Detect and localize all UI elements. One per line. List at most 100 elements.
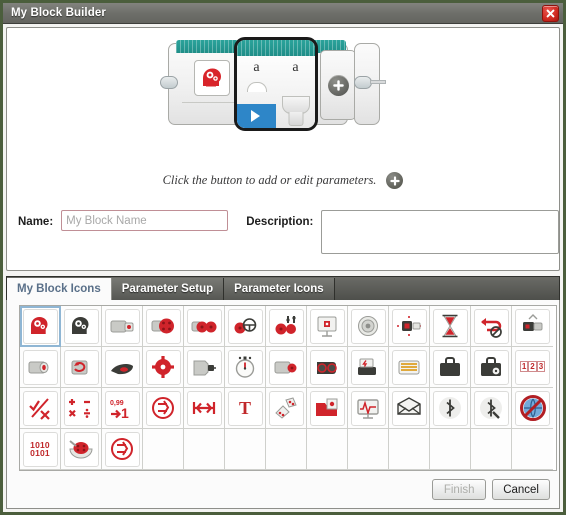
my-block-builder-window: My Block Builder a a Click the button to…	[0, 0, 566, 515]
file-access-icon	[309, 390, 345, 426]
close-button[interactable]	[542, 5, 559, 22]
icon-cell[interactable]	[266, 347, 307, 388]
title-bar: My Block Builder	[3, 3, 563, 24]
icon-cell[interactable]	[20, 306, 61, 347]
empty-cell	[433, 432, 468, 467]
icon-cell[interactable]	[266, 306, 307, 347]
icon-cell-empty[interactable]	[307, 429, 348, 470]
icon-cell-empty[interactable]	[184, 429, 225, 470]
icon-cell-empty[interactable]	[143, 429, 184, 470]
bluetooth-icon	[432, 390, 468, 426]
parameter-slot-2[interactable]: a	[276, 56, 315, 128]
icon-cell[interactable]	[184, 347, 225, 388]
tab-label: Parameter Icons	[234, 283, 324, 295]
parameter-group-highlight[interactable]: a a	[234, 37, 318, 131]
icon-cell[interactable]	[143, 347, 184, 388]
icon-cell[interactable]	[102, 347, 143, 388]
icon-cell[interactable]	[307, 347, 348, 388]
parameter-letter-1: a	[253, 60, 260, 75]
logic-true-false-icon	[22, 390, 58, 426]
icon-cell-empty[interactable]	[348, 429, 389, 470]
icon-cell-empty[interactable]	[389, 429, 430, 470]
temperature-sensor-icon	[391, 349, 427, 385]
icon-cell-empty[interactable]	[266, 429, 307, 470]
my-block-preview[interactable]: a a	[160, 37, 398, 140]
brick-status-light-icon	[391, 308, 427, 344]
icon-cell[interactable]	[389, 388, 430, 429]
icon-cell[interactable]	[471, 347, 512, 388]
parameter-letter-2: a	[292, 60, 299, 75]
icon-cell[interactable]	[389, 306, 430, 347]
svg-text:1: 1	[121, 405, 129, 421]
math-operations-icon	[63, 390, 99, 426]
empty-cell	[310, 432, 345, 467]
icon-cell[interactable]	[348, 306, 389, 347]
icon-cell[interactable]	[61, 347, 102, 388]
icon-cell[interactable]	[184, 306, 225, 347]
icon-cell[interactable]	[61, 388, 102, 429]
hourglass-wait-icon	[432, 308, 468, 344]
block-icon-thumbnail[interactable]	[194, 60, 230, 96]
icon-cell[interactable]	[512, 388, 553, 429]
block-preview-panel: a a Click the button to add or edit para…	[6, 27, 560, 271]
icon-cell[interactable]	[348, 388, 389, 429]
brick-button-icon	[515, 308, 550, 344]
icon-cell[interactable]	[389, 347, 430, 388]
icon-cell[interactable]	[512, 306, 553, 347]
parameter-hint-text: Click the button to add or edit paramete…	[162, 173, 377, 187]
icon-cell[interactable]	[348, 347, 389, 388]
icon-cell[interactable]	[184, 388, 225, 429]
head-with-gears-red-icon	[203, 68, 221, 87]
icon-cell[interactable]	[102, 429, 143, 470]
finish-button[interactable]: Finish	[432, 479, 487, 500]
description-input[interactable]	[321, 210, 559, 254]
tab-parameter-icons[interactable]: Parameter Icons	[224, 278, 335, 300]
icon-cell[interactable]	[307, 306, 348, 347]
icon-cell[interactable]	[225, 306, 266, 347]
parameter-hint-row: Click the button to add or edit paramete…	[7, 172, 559, 189]
empty-cell	[351, 432, 386, 467]
icon-cell-empty[interactable]	[430, 429, 471, 470]
tab-parameter-setup[interactable]: Parameter Setup	[111, 278, 225, 300]
icon-cell[interactable]	[430, 347, 471, 388]
icon-cell[interactable]	[61, 306, 102, 347]
icon-cell[interactable]: 1010 0101	[20, 429, 61, 470]
icon-glyph-label: T	[238, 398, 251, 418]
icon-cell[interactable]	[307, 388, 348, 429]
cancel-button[interactable]: Cancel	[492, 479, 550, 500]
name-description-row: Name: Description:	[7, 210, 559, 254]
icon-cell[interactable]	[430, 306, 471, 347]
empty-cell	[228, 432, 263, 467]
no-connection-icon	[515, 390, 550, 426]
icon-cell[interactable]	[102, 306, 143, 347]
icon-cell[interactable]	[20, 347, 61, 388]
icon-cell[interactable]	[471, 388, 512, 429]
icon-cell[interactable]: T	[225, 388, 266, 429]
empty-cell	[146, 432, 181, 467]
empty-cell	[392, 432, 427, 467]
icon-cell-empty[interactable]	[512, 429, 553, 470]
icon-grid[interactable]: 1 2 3 0,99 1 T 1010 0101	[19, 305, 557, 471]
icon-cell[interactable]	[266, 388, 307, 429]
name-input[interactable]	[61, 210, 229, 231]
icon-cell-empty[interactable]	[225, 429, 266, 470]
unregulated-motor-icon	[63, 431, 99, 467]
icon-cell[interactable]: 0,99 1	[102, 388, 143, 429]
icon-cell[interactable]	[430, 388, 471, 429]
icon-cell[interactable]: 123	[512, 347, 553, 388]
icon-cell[interactable]	[471, 306, 512, 347]
tab-my-block-icons[interactable]: My Block Icons	[7, 278, 112, 300]
icon-cell-empty[interactable]	[471, 429, 512, 470]
timer-icon	[227, 349, 263, 385]
tab-label: My Block Icons	[17, 283, 101, 295]
array-123-icon: 123	[515, 349, 550, 385]
hint-add-parameter-button[interactable]	[386, 172, 404, 189]
icon-cell[interactable]	[225, 347, 266, 388]
add-parameter-button[interactable]	[328, 75, 349, 96]
icon-picker-panel: 1 2 3 0,99 1 T 1010 0101 Finish Cancel	[6, 300, 560, 509]
icon-cell[interactable]	[20, 388, 61, 429]
gyro-sensor-icon	[268, 349, 304, 385]
icon-cell[interactable]	[61, 429, 102, 470]
icon-cell[interactable]	[143, 388, 184, 429]
icon-cell[interactable]	[143, 306, 184, 347]
